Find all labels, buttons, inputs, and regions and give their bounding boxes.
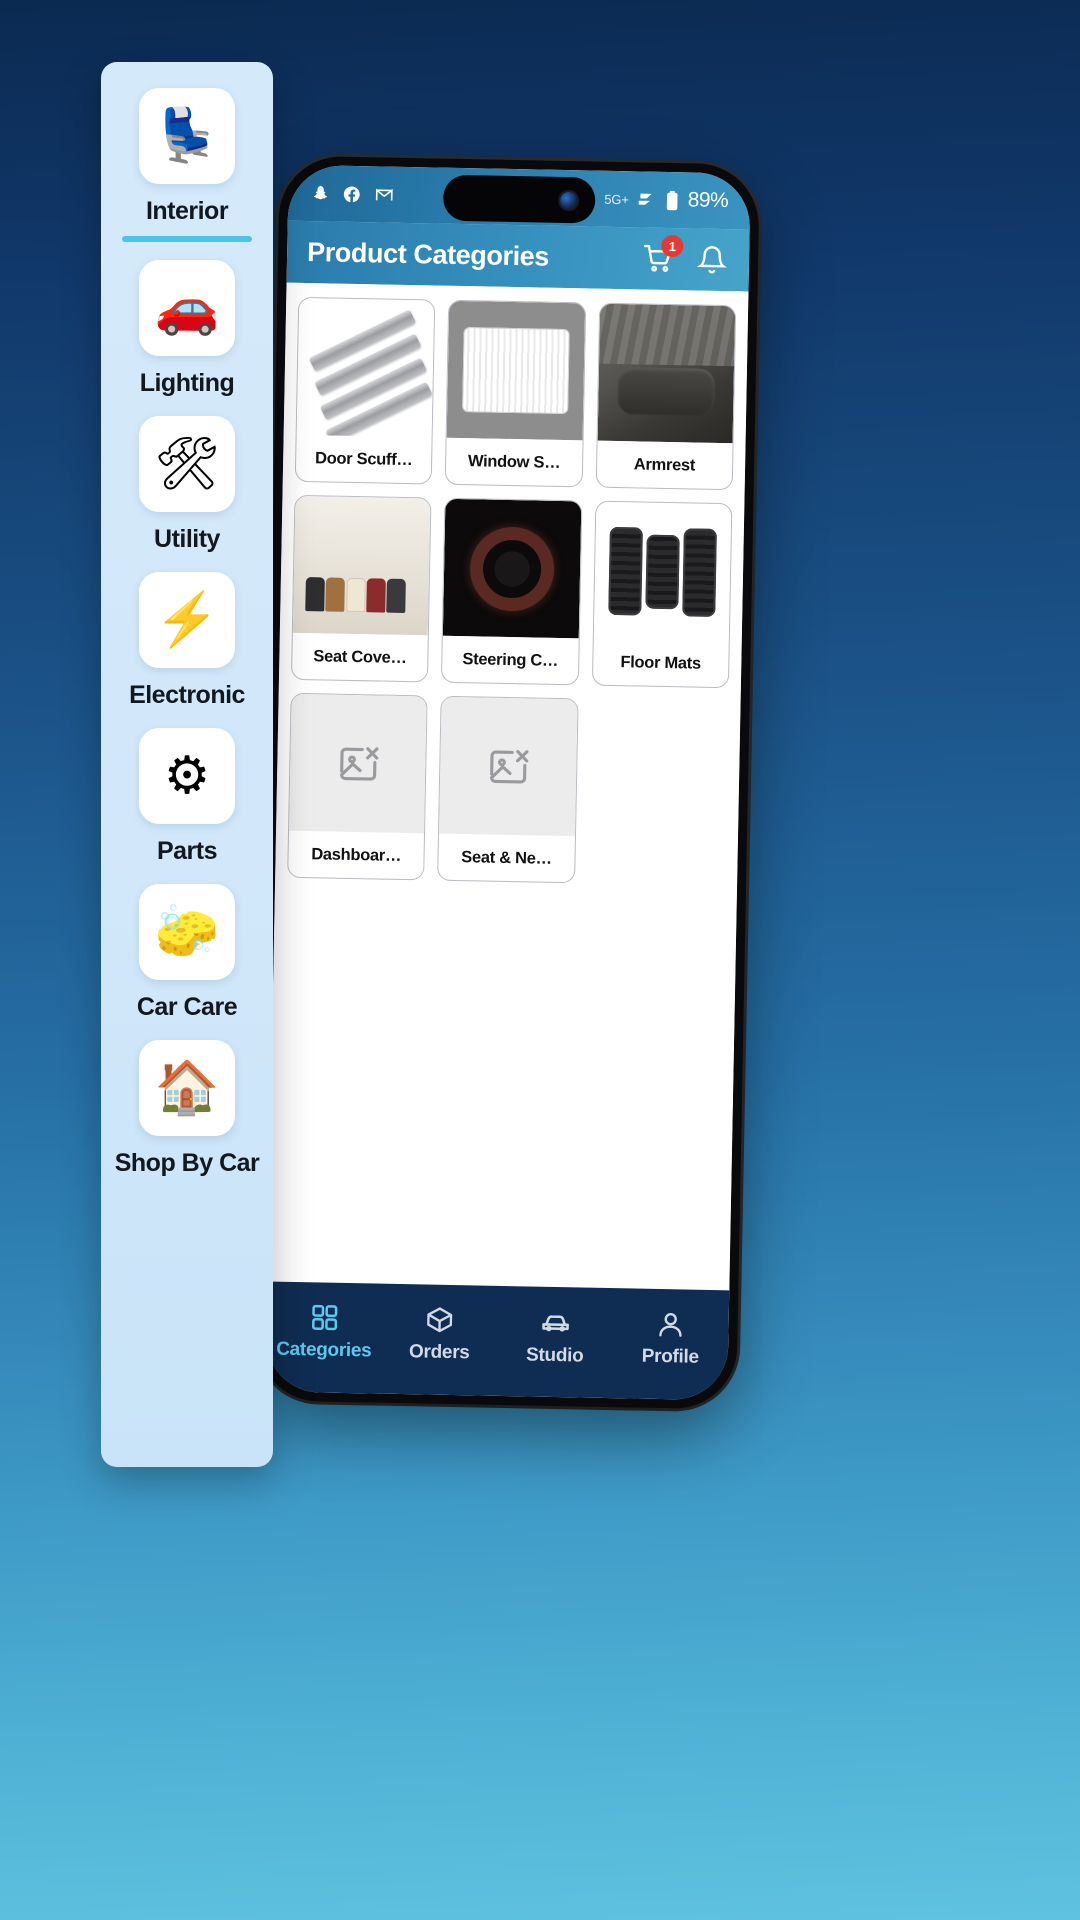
nav-label: Profile [641, 1345, 699, 1368]
notifications-button[interactable] [695, 242, 730, 277]
person-icon [659, 1312, 682, 1337]
product-card[interactable]: Seat & Ne… [437, 695, 579, 884]
product-image [289, 693, 427, 834]
box-icon [427, 1306, 453, 1332]
sidebar-tile: 🏠 [139, 1040, 235, 1136]
seat-cover-image [292, 495, 431, 636]
product-image [446, 300, 585, 441]
sidebar-item-label: Parts [156, 837, 218, 865]
product-card[interactable]: Door Scuff… [294, 296, 436, 485]
broken-image-placeholder [439, 696, 578, 837]
broken-image-placeholder [289, 693, 427, 834]
sidebar-tile: ⚡ [139, 572, 235, 668]
product-card[interactable]: Window S… [445, 299, 586, 488]
car-electronic-icon: ⚡ [154, 591, 220, 649]
sidebar-tile: 🛠 [139, 416, 235, 512]
product-label: Floor Mats [620, 652, 702, 673]
battery-percent-label: 89% [687, 188, 729, 213]
nav-item-orders[interactable]: Orders [381, 1303, 498, 1364]
app-header-actions: 1 [641, 234, 730, 277]
product-label: Seat & Ne… [461, 847, 552, 868]
category-sidebar: 💺 Interior 🚗 Lighting 🛠 Utility ⚡ Electr… [101, 62, 273, 1467]
sidebar-item-label: Interior [145, 197, 229, 225]
sidebar-item-shop-by-car[interactable]: 🏠 Shop By Car [101, 1040, 273, 1178]
floor-mats-image [593, 501, 732, 642]
product-image [439, 696, 578, 837]
car-headlight-icon: 🚗 [154, 279, 220, 337]
status-bar: 5G+ 89% [287, 164, 751, 230]
armrest-image [597, 303, 736, 444]
active-indicator [122, 236, 252, 242]
cart-button[interactable]: 1 [641, 234, 684, 276]
product-card[interactable]: Dashboar… [287, 692, 428, 881]
car-wash-icon: 🧽 [154, 903, 220, 961]
sidebar-item-label: Utility [154, 525, 220, 553]
product-label: Window S… [467, 451, 561, 472]
sidebar-item-interior[interactable]: 💺 Interior [101, 88, 273, 242]
sidebar-item-electronic[interactable]: ⚡ Electronic [101, 572, 273, 710]
sidebar-tile: 🧽 [139, 884, 235, 980]
product-card[interactable]: Armrest [595, 302, 737, 491]
car-seats-icon: 💺 [154, 107, 220, 165]
battery-icon [667, 190, 679, 210]
sidebar-item-car-care[interactable]: 🧽 Car Care [101, 884, 273, 1022]
car-parts-icon: ⚙ [163, 747, 211, 805]
product-image [597, 303, 736, 444]
product-grid: Door Scuff… Window S… Armrest Seat Cove…… [287, 296, 737, 886]
car-icon [542, 1314, 569, 1332]
notification-bell-icon [696, 246, 728, 274]
window-shade-image [446, 300, 585, 441]
sidebar-item-lighting[interactable]: 🚗 Lighting [101, 260, 273, 398]
nav-item-studio[interactable]: Studio [497, 1304, 614, 1367]
product-image [296, 297, 435, 438]
sidebar-item-utility[interactable]: 🛠 Utility [101, 416, 273, 554]
cart-badge: 1 [661, 234, 684, 258]
sidebar-tile: 🚗 [139, 260, 235, 356]
sidebar-item-label: Shop By Car [114, 1149, 260, 1177]
status-bar-left-icons [310, 183, 394, 205]
phone-screen: 5G+ 89% Product Categories 1 Door Scuff…… [265, 164, 751, 1401]
sidebar-item-parts[interactable]: ⚙ Parts [101, 728, 273, 866]
app-header: Product Categories 1 [286, 220, 750, 292]
car-utility-icon: 🛠 [153, 435, 220, 493]
nav-item-profile[interactable]: Profile [612, 1308, 729, 1369]
nav-label: Studio [525, 1343, 584, 1367]
product-card[interactable]: Seat Cove… [290, 494, 432, 683]
product-label: Door Scuff… [314, 448, 413, 469]
product-label: Armrest [633, 454, 696, 475]
network-type-label: 5G+ [604, 191, 629, 207]
product-card[interactable]: Steering C… [441, 497, 583, 686]
broken-image-icon [490, 749, 529, 783]
grid-icon [311, 1304, 338, 1330]
sidebar-item-label: Electronic [129, 681, 245, 709]
car-garage-icon: 🏠 [154, 1059, 220, 1117]
sidebar-item-label: Car Care [136, 993, 238, 1021]
product-label: Seat Cove… [313, 646, 407, 667]
page-title: Product Categories [306, 236, 550, 272]
nav-label: Categories [276, 1338, 372, 1361]
door-scuff-plate-image [296, 297, 435, 438]
product-grid-container: Door Scuff… Window S… Armrest Seat Cove…… [267, 282, 749, 1291]
product-image [292, 495, 431, 636]
front-camera-icon [560, 191, 578, 209]
product-image [593, 501, 732, 642]
nav-label: Orders [408, 1340, 470, 1363]
broken-image-icon [339, 746, 379, 781]
sidebar-tile: 💺 [139, 88, 235, 184]
signal-bars-icon [639, 193, 653, 205]
product-label: Steering C… [462, 649, 559, 670]
bottom-navigation: Categories Orders Studio Profile [265, 1281, 730, 1401]
nav-item-categories[interactable]: Categories [266, 1301, 383, 1362]
camera-punch-hole [442, 174, 596, 224]
product-label: Dashboar… [311, 844, 402, 865]
sidebar-item-label: Lighting [139, 369, 235, 397]
product-card[interactable]: Floor Mats [591, 500, 733, 689]
steering-cover-image [443, 498, 582, 639]
gmail-icon [375, 188, 393, 201]
product-image [443, 498, 582, 639]
sidebar-tile: ⚙ [139, 728, 235, 824]
facebook-icon [343, 186, 360, 202]
snapchat-icon [313, 185, 328, 199]
phone-device: 5G+ 89% Product Categories 1 Door Scuff…… [256, 155, 760, 1410]
